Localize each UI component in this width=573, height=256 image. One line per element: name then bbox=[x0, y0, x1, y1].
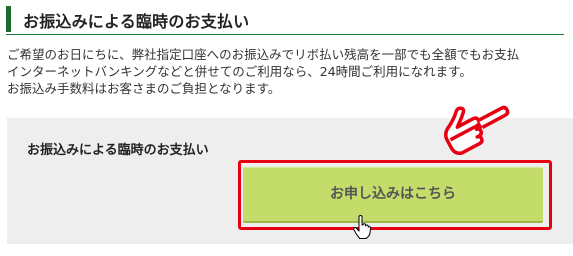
apply-button[interactable]: お申し込みはこちら bbox=[243, 167, 543, 223]
hand-cursor-icon bbox=[353, 215, 371, 239]
panel-label: お振込みによる臨時のお支払い bbox=[27, 143, 209, 158]
intro-line: インターネットバンキングなどと併せてのご利用なら、24時間ご利用になれます。 bbox=[7, 64, 472, 79]
intro-line: ご希望のお日にちに、弊社指定口座へのお振込みでリボ払い残高を一部でも全額でもお支… bbox=[7, 47, 520, 62]
heading-accent-bar bbox=[6, 6, 11, 32]
section-heading: お振込みによる臨時のお支払い bbox=[6, 6, 564, 35]
pointing-hand-icon bbox=[444, 105, 510, 155]
intro-line: お振込み手数料はお客さまのご負担となります。 bbox=[7, 81, 281, 96]
section-title: お振込みによる臨時のお支払い bbox=[23, 12, 250, 31]
intro-text: ご希望のお日にちに、弊社指定口座へのお振込みでリボ払い残高を一部でも全額でもお支… bbox=[7, 46, 573, 97]
